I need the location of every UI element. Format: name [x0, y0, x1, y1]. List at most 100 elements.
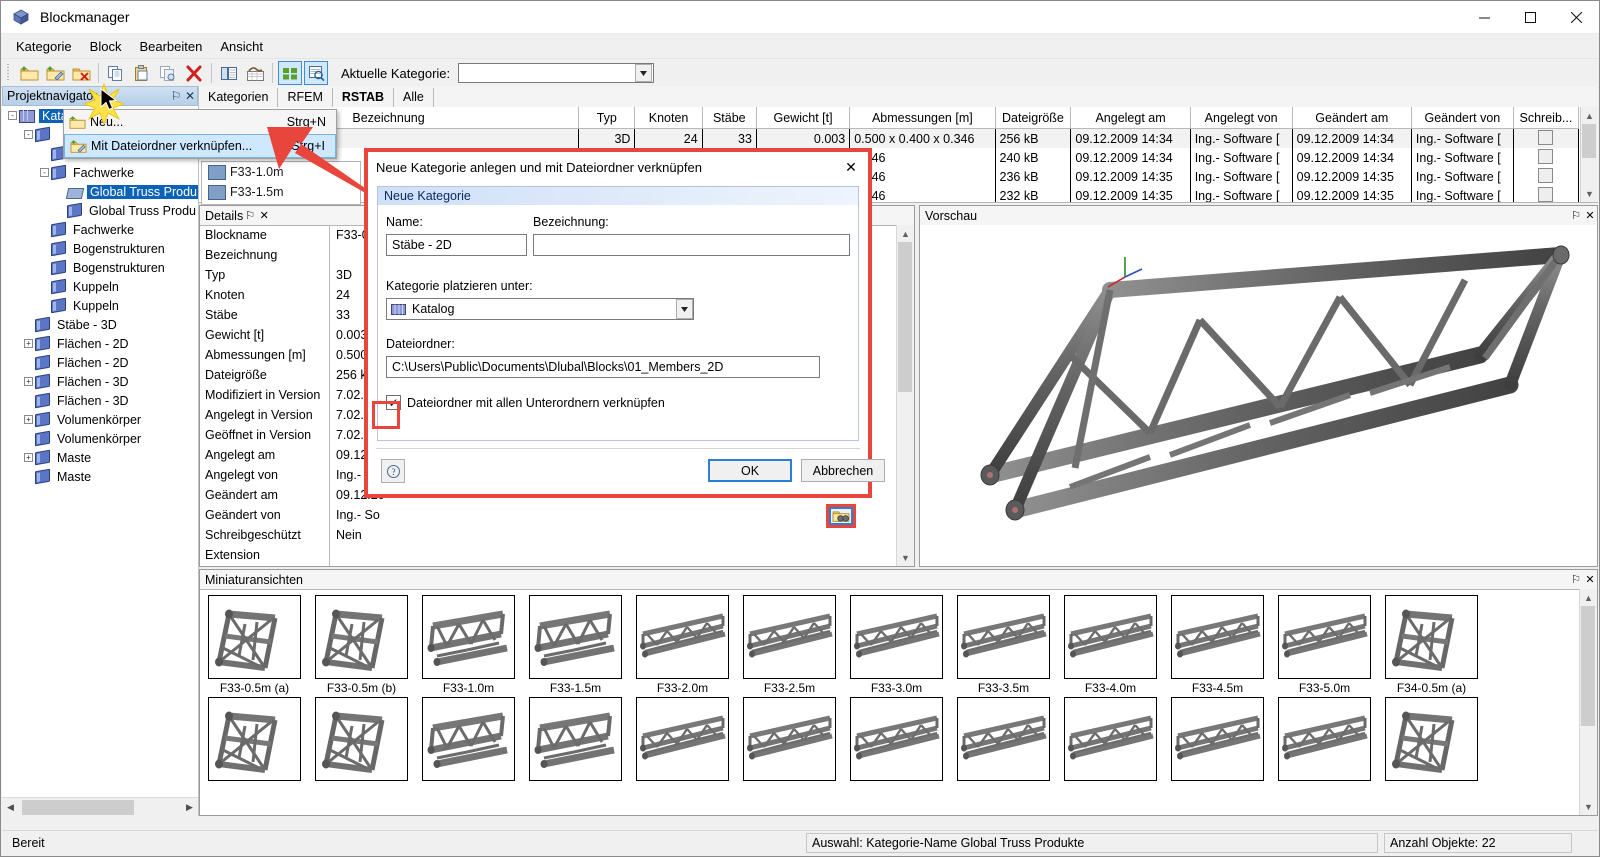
ok-button[interactable]: OK [708, 459, 792, 482]
tree-expander[interactable]: + [24, 339, 33, 348]
thumbnail-image[interactable] [208, 595, 301, 679]
thumbnail-item[interactable]: F33-2.5m [743, 595, 836, 695]
tree-item[interactable]: Kuppeln [2, 296, 198, 315]
tree-item[interactable]: Global Truss Produ [2, 201, 198, 220]
column-header[interactable]: Angelegt von [1190, 107, 1293, 129]
tree-expander[interactable]: - [8, 111, 17, 120]
file-list[interactable]: F33-1.0m F33-1.5m [201, 161, 361, 205]
delete-x-icon[interactable] [182, 61, 206, 85]
name-input[interactable]: Stäbe - 2D [386, 234, 527, 256]
expand-icon[interactable]: + [22, 410, 35, 429]
dialog-close-icon[interactable]: ✕ [834, 153, 868, 181]
cell-schreibgeschuetzt[interactable] [1513, 167, 1580, 186]
cell-schreibgeschuetzt[interactable] [1513, 128, 1580, 148]
thumbnail-image[interactable] [1171, 595, 1264, 679]
thumbnail-item[interactable]: F33-4.0m [1064, 595, 1157, 695]
chevron-down-icon[interactable] [635, 64, 653, 82]
column-header[interactable]: Schreib... [1513, 107, 1580, 129]
column-header[interactable]: Angelegt am [1070, 107, 1191, 129]
tree-item[interactable]: + Volumenkörper [2, 410, 198, 429]
new-folder-icon[interactable] [17, 61, 41, 85]
column-header[interactable]: Knoten [634, 107, 703, 129]
minimize-button[interactable] [1461, 1, 1507, 33]
help-button[interactable]: ? [381, 459, 405, 483]
thumbnails-grid[interactable]: F33-0.5m (a) F33-0.5m (b) F33-1.0m F33-1.5m… [200, 589, 1580, 815]
thumbnail-image[interactable] [422, 595, 515, 679]
details-view-icon[interactable] [304, 61, 328, 85]
thumbnail-image[interactable] [1278, 595, 1371, 679]
subfolders-checkbox-row[interactable]: ✓ Dateiordner mit allen Unterordnern ver… [386, 395, 665, 410]
list-item[interactable]: F33-1.5m [202, 182, 360, 202]
expand-icon[interactable]: + [22, 448, 35, 467]
details-pin-icon[interactable]: ⚐ [243, 209, 257, 222]
thumbs-scroll-down-icon[interactable]: ▼ [1580, 798, 1597, 815]
collapse-icon[interactable]: - [6, 106, 19, 125]
thumbnail-image[interactable] [208, 697, 301, 781]
tree-item[interactable]: Stäbe - 3D [2, 315, 198, 334]
table-row[interactable]: 3D 24 33 0.003 0.500 x 0.400 x 0.346 256 kB 09… [199, 128, 1580, 148]
expand-icon[interactable]: + [22, 372, 35, 391]
view-tabs[interactable]: Kategorien RFEM RSTAB Alle [199, 86, 1598, 108]
tree-item[interactable]: + Maste [2, 448, 198, 467]
place-under-select[interactable]: Katalog [386, 298, 694, 320]
handshake-icon[interactable] [243, 61, 267, 85]
column-header[interactable]: Abmessungen [m] [849, 107, 996, 129]
thumbnails-close-icon[interactable]: ✕ [1583, 573, 1597, 586]
column-header[interactable]: Gewicht [t] [756, 107, 851, 129]
details-vscrollbar[interactable]: ▲ ▼ [896, 225, 914, 566]
grid-scroll-up-icon[interactable]: ▲ [1581, 107, 1598, 124]
navigator-pin-icon[interactable]: ⚐ [169, 89, 183, 103]
thumbs-scroll-up-icon[interactable]: ▲ [1580, 589, 1597, 606]
toolbar-grip[interactable] [5, 64, 13, 82]
tree-expander[interactable]: + [24, 453, 33, 462]
thumbnail-item[interactable]: F33-1.0m [422, 595, 515, 695]
grid-vscrollbar[interactable]: ▲ ▼ [1580, 107, 1598, 202]
scroll-left-icon[interactable]: ◀ [2, 802, 19, 813]
close-button[interactable] [1553, 1, 1599, 33]
thumbnail-image[interactable] [1171, 697, 1264, 781]
column-header[interactable]: Geändert von [1411, 107, 1514, 129]
duplicate-icon[interactable] [156, 61, 180, 85]
thumbnail-image[interactable] [315, 595, 408, 679]
paste-icon[interactable] [130, 61, 154, 85]
details-scroll-thumb[interactable] [898, 242, 912, 392]
tab-rfem[interactable]: RFEM [278, 88, 333, 107]
details-scroll-up-icon[interactable]: ▲ [897, 225, 914, 242]
folder-path-input[interactable]: C:\Users\Public\Documents\Dlubal\Blocks\… [386, 356, 820, 378]
thumbnail-item[interactable]: F34-0.5m (a) [1385, 595, 1478, 695]
cell-schreibgeschuetzt[interactable] [1513, 186, 1580, 202]
cancel-button[interactable]: Abbrechen [801, 459, 885, 482]
grid-scroll-thumb[interactable] [1582, 124, 1596, 158]
tree-item[interactable]: Maste [2, 467, 198, 486]
collapse-icon[interactable]: - [38, 163, 51, 182]
readonly-checkbox[interactable] [1538, 167, 1554, 183]
readonly-checkbox[interactable] [1538, 129, 1554, 145]
thumbnail-item[interactable] [743, 697, 836, 781]
thumbnail-item[interactable]: F33-1.5m [529, 595, 622, 695]
thumbnail-image[interactable] [850, 595, 943, 679]
chevron-down-icon[interactable] [676, 299, 693, 319]
tree-item[interactable]: Fachwerke [2, 220, 198, 239]
cell-schreibgeschuetzt[interactable] [1513, 148, 1580, 167]
column-header[interactable]: Typ [578, 107, 636, 129]
thumbnails-pin-icon[interactable]: ⚐ [1569, 573, 1583, 586]
preview-pin-icon[interactable]: ⚐ [1569, 209, 1583, 222]
thumbnail-item[interactable]: F33-0.5m (a) [208, 595, 301, 695]
tree-item[interactable]: Flächen - 3D [2, 391, 198, 410]
tree-expander[interactable]: - [24, 130, 33, 139]
thumbnail-image[interactable] [636, 697, 729, 781]
thumbnail-item[interactable] [1064, 697, 1157, 781]
thumbnail-image[interactable] [1064, 697, 1157, 781]
tree-item[interactable]: Global Truss Produ [2, 182, 198, 201]
details-close-icon[interactable]: ✕ [257, 209, 271, 222]
category-tree[interactable]: -Katalog-Rahmen-FachwerkeGlobal Truss Pr… [2, 106, 198, 798]
menu-block[interactable]: Block [81, 36, 131, 57]
thumbnail-item[interactable]: F33-4.5m [1171, 595, 1264, 695]
tree-expander[interactable]: + [24, 415, 33, 424]
tree-item[interactable]: + Flächen - 2D [2, 334, 198, 353]
tab-alle[interactable]: Alle [394, 88, 434, 107]
tree-item[interactable]: Flächen - 2D [2, 353, 198, 372]
navigator-close-icon[interactable]: ✕ [183, 89, 197, 103]
thumbnail-image[interactable] [1385, 697, 1478, 781]
thumbnail-image[interactable] [1385, 595, 1478, 679]
